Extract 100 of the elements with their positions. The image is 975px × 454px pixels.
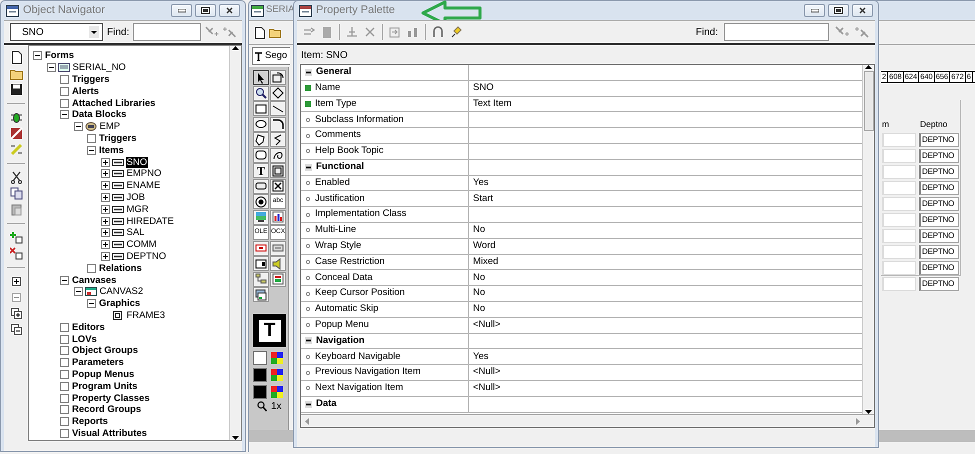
collapse-toggle-icon[interactable] [46, 63, 56, 72]
tool-button[interactable] [253, 178, 269, 194]
tree-item[interactable]: JOB [126, 192, 146, 203]
tree-item[interactable]: Record Groups [71, 404, 142, 416]
text-field[interactable]: DEPTNO [919, 180, 959, 195]
tool-button[interactable] [270, 240, 286, 256]
new-file-icon[interactable] [255, 26, 265, 38]
tool-button[interactable] [253, 256, 269, 271]
text-field[interactable] [882, 276, 916, 291]
new-file-icon[interactable] [10, 51, 22, 64]
property-value[interactable]: No [473, 286, 486, 301]
text-field[interactable]: DEPTNO [919, 228, 959, 243]
tool-button[interactable] [253, 70, 269, 85]
property-value[interactable]: <Null> [473, 365, 500, 380]
tree-item[interactable]: Program Units [71, 380, 138, 392]
tree-item[interactable]: COMM [126, 239, 158, 250]
tree-item[interactable]: Popup Menus [71, 368, 136, 380]
property-value[interactable]: Start [473, 192, 494, 206]
tree-item[interactable]: Data Blocks [71, 109, 128, 120]
text-field[interactable]: DEPTNO [919, 148, 959, 163]
property-value[interactable]: No [473, 302, 486, 316]
text-color-icon[interactable] [270, 385, 285, 399]
property-value[interactable]: <Null> [473, 318, 500, 332]
close-button[interactable] [219, 4, 240, 17]
close-button[interactable] [852, 4, 873, 17]
expand-toggle-icon[interactable] [100, 228, 110, 238]
paste-icon[interactable] [10, 203, 22, 216]
tool-button[interactable] [253, 210, 269, 224]
expand-toggle-icon[interactable] [100, 169, 110, 178]
property-value[interactable]: Text Item [473, 96, 512, 112]
text-field[interactable] [882, 148, 916, 163]
collapse-icon[interactable] [305, 400, 312, 408]
line-color-icon[interactable] [270, 368, 285, 382]
tree-item[interactable]: Alerts [71, 86, 100, 97]
text-field[interactable] [882, 212, 916, 227]
tree-item[interactable]: Parameters [71, 357, 125, 368]
expand-toggle-icon[interactable] [100, 252, 110, 261]
tool-button[interactable] [253, 148, 269, 162]
pin-icon[interactable] [450, 26, 462, 38]
property-value[interactable]: Mixed [473, 254, 498, 270]
tree-item[interactable]: Relations [98, 262, 143, 274]
tree-item[interactable]: FRAME3 [126, 310, 166, 321]
collapse-icon[interactable] [305, 164, 312, 171]
text-field[interactable] [882, 164, 916, 179]
tree-item[interactable]: EMPNO [126, 168, 162, 180]
tool-button[interactable] [270, 86, 286, 100]
collapse-toggle-icon[interactable] [33, 51, 42, 60]
expand-all-icon[interactable] [10, 307, 22, 320]
tree-item[interactable]: CANVAS2 [98, 286, 144, 298]
tree-item[interactable]: HIREDATE [126, 216, 175, 227]
tool-button[interactable] [253, 86, 269, 100]
tree-item[interactable]: Triggers [71, 74, 110, 85]
collapse-toggle-icon[interactable] [74, 287, 82, 296]
maximize-button[interactable] [195, 4, 216, 17]
tree-item[interactable]: DEPTNO [126, 250, 168, 262]
text-field[interactable]: DEPTNO [919, 276, 959, 291]
minimize-button[interactable] [804, 4, 825, 17]
property-value[interactable]: SNO [473, 81, 494, 96]
color-swatch[interactable] [253, 385, 267, 399]
text-field[interactable] [882, 244, 916, 259]
tree-item[interactable]: SNO [126, 156, 148, 168]
tree-item[interactable]: SAL [126, 227, 146, 238]
expand-toggle-icon[interactable] [100, 216, 110, 226]
bug-icon[interactable] [10, 111, 22, 124]
section-label[interactable]: Functional [316, 160, 364, 174]
property-value[interactable]: No [473, 270, 486, 285]
scroll-up-icon[interactable] [865, 65, 872, 69]
text-field[interactable]: DEPTNO [919, 244, 959, 259]
tool-button[interactable] [253, 194, 269, 209]
text-field[interactable]: DEPTNO [919, 196, 959, 211]
tool-button[interactable] [253, 101, 269, 116]
collapse-toggle-icon[interactable] [60, 110, 69, 120]
fill-color-icon[interactable] [270, 351, 285, 365]
tool-button[interactable] [270, 210, 286, 224]
tree-item[interactable]: Reports [71, 416, 109, 428]
expand-toggle-icon[interactable] [100, 192, 110, 202]
tool-button[interactable] [253, 272, 269, 286]
font-select[interactable]: Sego [252, 47, 290, 65]
expand-toggle-icon[interactable] [100, 240, 110, 250]
tree-item[interactable]: Canvases [71, 274, 118, 286]
folder-icon[interactable] [269, 27, 282, 38]
tool-button[interactable] [270, 178, 286, 194]
tree-item[interactable]: Object Groups [71, 345, 139, 356]
section-label[interactable]: General [316, 65, 352, 80]
find-field[interactable] [133, 23, 202, 41]
find-field[interactable] [724, 23, 829, 41]
tree-item[interactable]: Forms [44, 50, 76, 62]
expand-toggle-icon[interactable] [100, 204, 110, 214]
section-label[interactable]: Data [316, 397, 337, 412]
scroll-thumb[interactable] [864, 71, 874, 131]
text-field[interactable] [882, 180, 916, 195]
tree-item[interactable]: Editors [71, 322, 106, 333]
tool-button[interactable] [253, 116, 269, 132]
tool-button[interactable] [270, 132, 286, 147]
collapse-all-icon[interactable] [10, 323, 22, 336]
copy-icon[interactable] [10, 187, 22, 200]
cut-icon[interactable] [10, 171, 22, 184]
union-icon[interactable] [432, 26, 444, 38]
tool-button[interactable] [270, 101, 286, 116]
property-value[interactable]: Word [473, 239, 496, 254]
